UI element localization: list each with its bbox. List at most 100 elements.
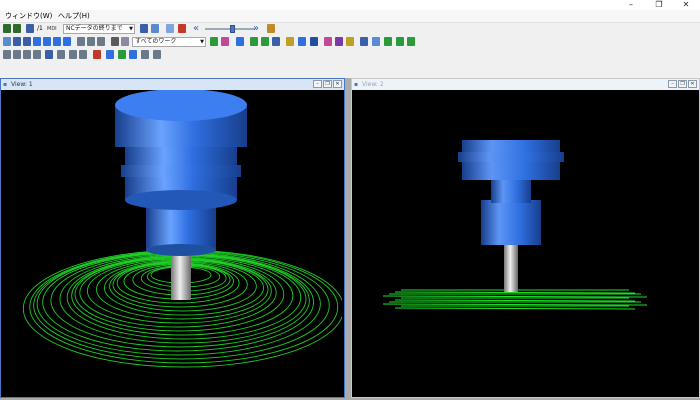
forward-button[interactable]: » [253, 23, 259, 34]
diagonal-icon[interactable] [13, 50, 21, 59]
close-icon: ✕ [690, 81, 695, 87]
tool-shape-icon[interactable] [298, 37, 306, 46]
view-1-close-button[interactable]: ✕ [333, 80, 342, 88]
tool-change-icon[interactable] [267, 24, 275, 33]
restore-button[interactable]: ❐ [645, 0, 673, 10]
work-select-combo-value: すべてのワーク [135, 38, 177, 45]
toolpath-line [394, 307, 636, 310]
step-icon[interactable] [26, 24, 34, 33]
measure-icon[interactable] [324, 37, 332, 46]
view-2-panel[interactable]: ▪ View: 2 – ❐ ✕ [351, 78, 700, 398]
layout-icon[interactable] [97, 37, 105, 46]
minimize-button[interactable]: – [617, 0, 645, 10]
tool-display-icon[interactable] [272, 37, 280, 46]
section-icon[interactable] [335, 37, 343, 46]
zoom-out-icon[interactable] [23, 37, 31, 46]
play-icon[interactable] [3, 24, 11, 33]
close-button[interactable]: ✕ [672, 0, 700, 10]
spindle-icon[interactable] [106, 50, 114, 59]
grid-icon[interactable] [87, 37, 95, 46]
stock-icon[interactable] [210, 37, 218, 46]
view-1-restore-button[interactable]: ❐ [323, 80, 332, 88]
tool-collet-bottom [146, 244, 216, 256]
settings-icon[interactable] [153, 50, 161, 59]
display-mode-icon[interactable] [236, 37, 244, 46]
pan-icon[interactable] [3, 37, 11, 46]
filter-icon[interactable] [372, 37, 380, 46]
toolpath-rings-view-2 [382, 289, 648, 310]
view-2-canvas[interactable] [354, 90, 697, 395]
mdi-button[interactable]: MDI [47, 25, 57, 33]
tool-holder-cap [115, 90, 247, 121]
viewport-area: ▪ View: 1 – ❐ ✕ ▪ View: 2 – ❐ ✕ [0, 78, 700, 400]
view-side-icon[interactable] [63, 37, 71, 46]
toolpath-icon[interactable] [250, 37, 258, 46]
axis-icon[interactable] [57, 50, 65, 59]
arrow-tool-icon[interactable] [360, 37, 368, 46]
shield-icon[interactable] [310, 37, 318, 46]
report-icon[interactable] [141, 50, 149, 59]
restore-icon: ❐ [325, 81, 330, 87]
fast-forward-icon[interactable] [13, 24, 21, 33]
view-1-panel[interactable]: ▪ View: 1 – ❐ ✕ [0, 78, 345, 398]
rewind-button[interactable]: « [193, 23, 199, 34]
view-2-close-button[interactable]: ✕ [688, 80, 697, 88]
marker-icon[interactable] [407, 37, 415, 46]
view-front-icon[interactable] [43, 37, 51, 46]
toolpath-line [394, 291, 636, 294]
toolbar-row-3 [0, 49, 700, 61]
view-2-minimize-button[interactable]: – [668, 80, 677, 88]
view-2-restore-button[interactable]: ❐ [678, 80, 687, 88]
view-1-minimize-button[interactable]: – [313, 80, 322, 88]
color-icon[interactable] [221, 37, 229, 46]
workpiece-select-icon[interactable] [121, 37, 129, 46]
toolbar-row-1: /1 MDI NCデータの終りまで ▼ « » [0, 23, 700, 35]
fit-view-icon[interactable] [77, 37, 85, 46]
nc-end-combo[interactable]: NCデータの終りまで ▼ [63, 24, 135, 34]
menu-window[interactable]: ウィンドウ(W) [2, 11, 55, 21]
cut-icon[interactable] [23, 50, 31, 59]
box-icon[interactable] [33, 50, 41, 59]
workpiece-icon[interactable] [151, 24, 159, 33]
tool-holder-bottom [125, 190, 237, 210]
toolpath-filter-icon[interactable] [261, 37, 269, 46]
line-icon[interactable] [3, 50, 11, 59]
view-window-icon: ▪ [354, 81, 359, 88]
work-select-combo[interactable]: すべてのワーク ▼ [132, 37, 206, 47]
path-edit-icon[interactable] [384, 37, 392, 46]
tool-holder-flange [458, 152, 564, 162]
collision-icon[interactable] [118, 50, 126, 59]
plane-icon[interactable] [79, 50, 87, 59]
origin-icon[interactable] [69, 50, 77, 59]
check-icon[interactable] [346, 37, 354, 46]
close-icon: ✕ [682, 0, 690, 9]
rotate-icon[interactable] [33, 37, 41, 46]
view-top-icon[interactable] [53, 37, 61, 46]
menu-bar: ウィンドウ(W) ヘルプ(H) [0, 10, 700, 23]
view-1-scene [22, 90, 342, 368]
chevron-down-icon: ▼ [129, 26, 133, 32]
chevron-down-icon: ▼ [200, 39, 204, 45]
coordinate-icon[interactable] [45, 50, 53, 59]
pencil-icon[interactable] [396, 37, 404, 46]
reset-icon[interactable] [178, 24, 186, 33]
tool-setup-icon[interactable] [140, 24, 148, 33]
minimize-icon: – [316, 81, 319, 87]
close-icon: ✕ [335, 81, 340, 87]
machine-icon[interactable] [129, 50, 137, 59]
view-1-canvas[interactable] [3, 90, 342, 395]
toolpath-line [382, 303, 648, 306]
menu-help[interactable]: ヘルプ(H) [55, 11, 93, 21]
speed-slider-thumb[interactable] [229, 25, 235, 33]
view-2-title-bar: ▪ View: 2 – ❐ ✕ [352, 79, 699, 90]
tool-shank [504, 240, 518, 292]
view-1-title-bar: ▪ View: 1 – ❐ ✕ [1, 79, 344, 90]
zoom-icon[interactable] [166, 24, 174, 33]
minimize-icon: – [629, 0, 633, 9]
tool-collet [481, 200, 541, 245]
tool-holder-icon[interactable] [286, 37, 294, 46]
stop-icon[interactable] [93, 50, 101, 59]
speed-slider[interactable] [205, 25, 255, 33]
edit-icon[interactable] [111, 37, 119, 46]
zoom-in-icon[interactable] [13, 37, 21, 46]
